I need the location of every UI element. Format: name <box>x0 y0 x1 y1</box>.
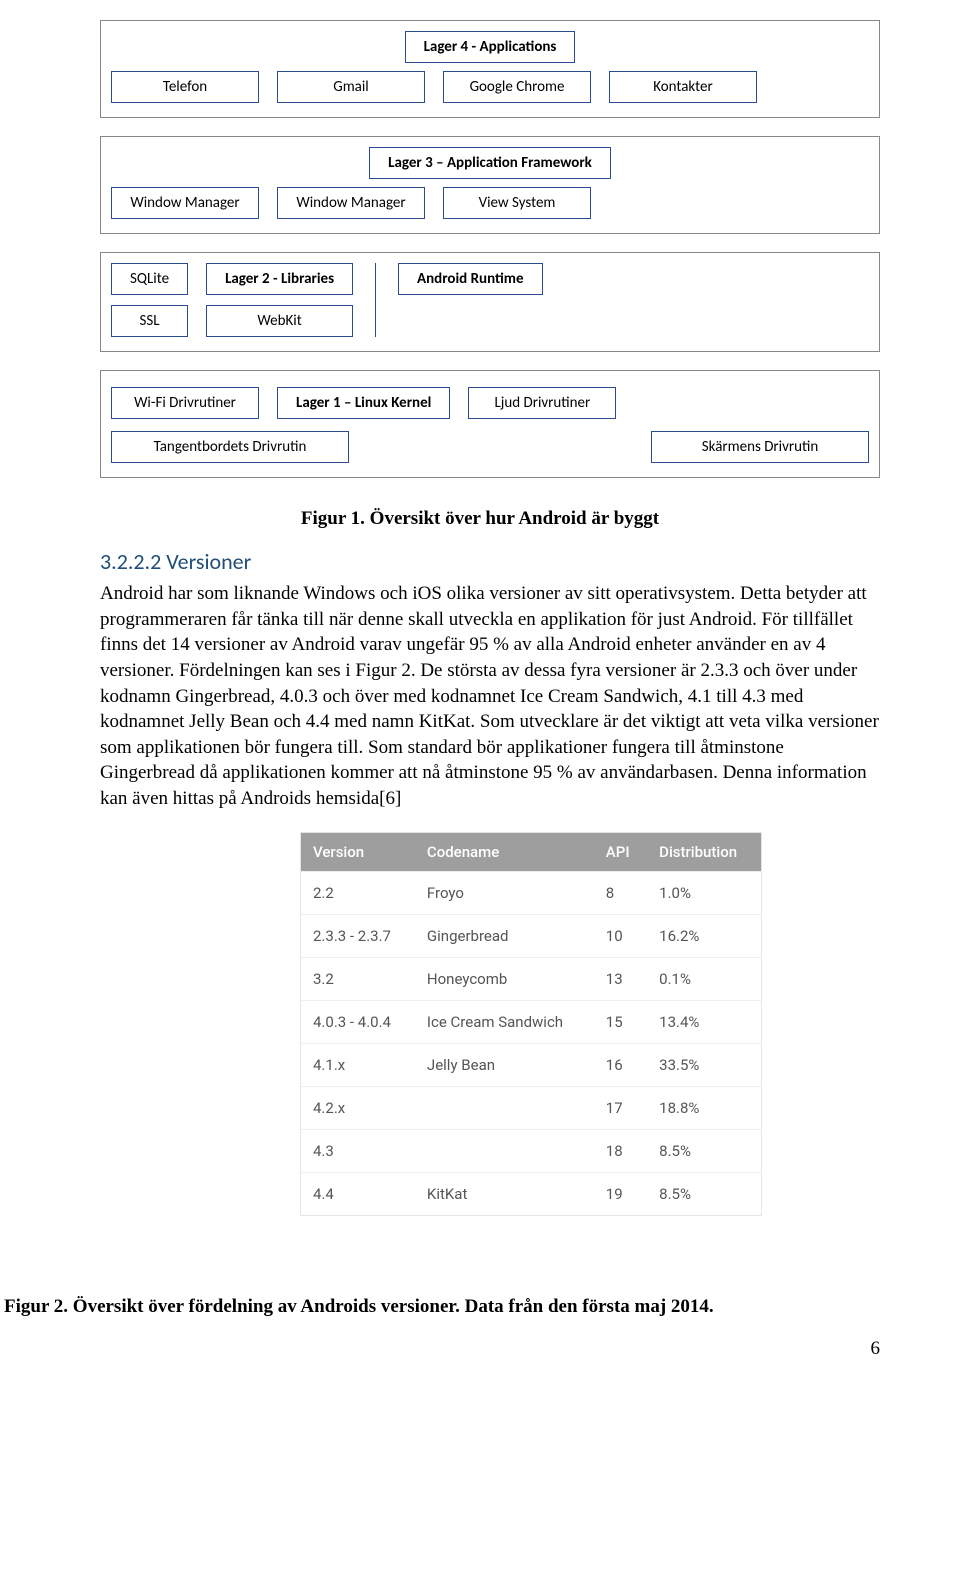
table-cell: Froyo <box>415 871 594 914</box>
architecture-diagram: Lager 4 - Applications Telefon Gmail Goo… <box>100 20 880 478</box>
table-cell: 4.3 <box>301 1129 415 1172</box>
layer-2-item: WebKit <box>206 305 353 337</box>
table-row: 3.2Honeycomb130.1% <box>301 957 761 1000</box>
layer-4-item: Kontakter <box>609 71 757 103</box>
table-cell: 18 <box>594 1129 647 1172</box>
section-heading: 3.2.2.2 Versioner <box>100 548 880 575</box>
body-paragraph: Android har som liknande Windows och iOS… <box>100 581 880 812</box>
table-cell: 2.3.3 - 2.3.7 <box>301 914 415 957</box>
layer-3: Lager 3 – Application Framework Window M… <box>100 136 880 234</box>
table-cell: 8.5% <box>647 1129 761 1172</box>
layer-4: Lager 4 - Applications Telefon Gmail Goo… <box>100 20 880 118</box>
table-cell: 1.0% <box>647 871 761 914</box>
table-cell: 19 <box>594 1172 647 1215</box>
table-cell: KitKat <box>415 1172 594 1215</box>
table-cell: 4.4 <box>301 1172 415 1215</box>
table-cell: 0.1% <box>647 957 761 1000</box>
table-cell: 3.2 <box>301 957 415 1000</box>
layer-1-header: Lager 1 – Linux Kernel <box>277 387 450 419</box>
layer-2-item: SSL <box>111 305 188 337</box>
layer-3-item: Window Manager <box>277 187 425 219</box>
table-cell <box>415 1086 594 1129</box>
table-cell: 18.8% <box>647 1086 761 1129</box>
table-cell: Gingerbread <box>415 914 594 957</box>
table-cell: 33.5% <box>647 1043 761 1086</box>
layer-1-item: Wi-Fi Drivrutiner <box>111 387 259 419</box>
layer-3-header: Lager 3 – Application Framework <box>369 147 611 179</box>
layer-4-item: Gmail <box>277 71 425 103</box>
layer-4-item: Telefon <box>111 71 259 103</box>
table-cell: 13.4% <box>647 1000 761 1043</box>
table-cell: Jelly Bean <box>415 1043 594 1086</box>
layer-2-item: SQLite <box>111 263 188 295</box>
table-cell: 10 <box>594 914 647 957</box>
table-header: Distribution <box>647 833 761 872</box>
layer-4-item: Google Chrome <box>443 71 591 103</box>
table-cell: 15 <box>594 1000 647 1043</box>
table-cell: 13 <box>594 957 647 1000</box>
table-header: API <box>594 833 647 872</box>
table-cell: 4.1.x <box>301 1043 415 1086</box>
figure-1-caption: Figur 1. Översikt över hur Android är by… <box>80 508 880 530</box>
table-cell: Ice Cream Sandwich <box>415 1000 594 1043</box>
layer-3-item: Window Manager <box>111 187 259 219</box>
layer-1-item: Ljud Drivrutiner <box>468 387 616 419</box>
layer-1-item: Skärmens Drivrutin <box>651 431 869 463</box>
table-cell: 4.0.3 - 4.0.4 <box>301 1000 415 1043</box>
android-runtime-box: Android Runtime <box>398 263 542 295</box>
table-cell: 8 <box>594 871 647 914</box>
table-row: 4.3 188.5% <box>301 1129 761 1172</box>
table-cell: 16.2% <box>647 914 761 957</box>
figure-2-caption: Figur 2. Översikt över fördelning av And… <box>0 1296 960 1318</box>
table-header: Version <box>301 833 415 872</box>
layer-1: Wi-Fi Drivrutiner Lager 1 – Linux Kernel… <box>100 370 880 478</box>
layer-1-item: Tangentbordets Drivrutin <box>111 431 349 463</box>
table-row: 4.2.x 1718.8% <box>301 1086 761 1129</box>
version-table: Version Codename API Distribution 2.2Fro… <box>300 832 762 1216</box>
divider <box>375 263 376 337</box>
table-cell: Honeycomb <box>415 957 594 1000</box>
table-row: 4.1.xJelly Bean1633.5% <box>301 1043 761 1086</box>
table-cell: 2.2 <box>301 871 415 914</box>
layer-3-item: View System <box>443 187 591 219</box>
table-cell: 8.5% <box>647 1172 761 1215</box>
table-cell <box>415 1129 594 1172</box>
layer-2-header: Lager 2 - Libraries <box>206 263 353 295</box>
table-cell: 4.2.x <box>301 1086 415 1129</box>
table-row: 4.4KitKat198.5% <box>301 1172 761 1215</box>
table-row: 2.3.3 - 2.3.7Gingerbread1016.2% <box>301 914 761 957</box>
table-cell: 16 <box>594 1043 647 1086</box>
table-row: 4.0.3 - 4.0.4Ice Cream Sandwich1513.4% <box>301 1000 761 1043</box>
layer-4-header: Lager 4 - Applications <box>405 31 576 63</box>
page-number: 6 <box>0 1338 880 1360</box>
table-cell: 17 <box>594 1086 647 1129</box>
table-row: 2.2Froyo81.0% <box>301 871 761 914</box>
table-header: Codename <box>415 833 594 872</box>
layer-2: SQLite SSL Lager 2 - Libraries WebKit An… <box>100 252 880 352</box>
